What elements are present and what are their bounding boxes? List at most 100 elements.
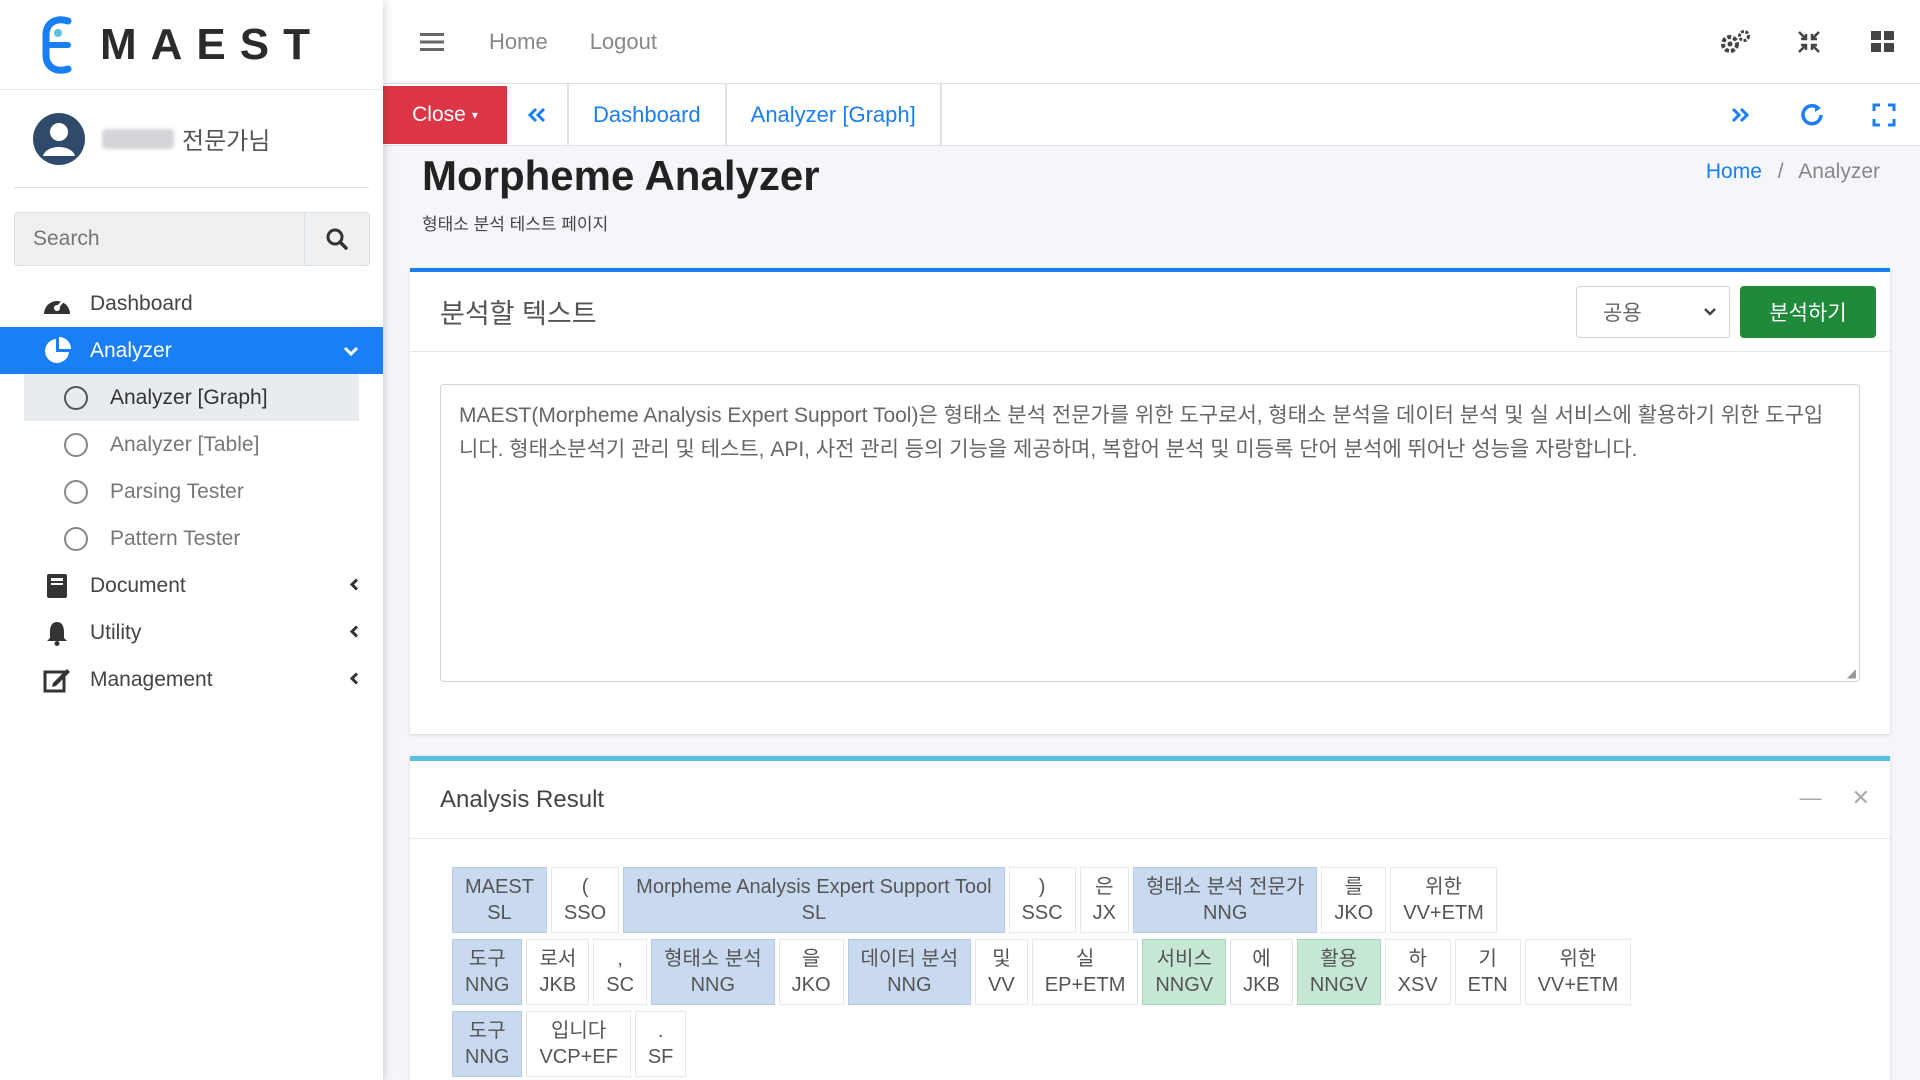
circle-icon bbox=[64, 479, 88, 504]
token-tag: VV bbox=[988, 974, 1015, 996]
morpheme-token[interactable]: 입니다 VCP+EF bbox=[526, 1011, 631, 1077]
sidebar-search-input[interactable] bbox=[14, 212, 304, 266]
token-word: . bbox=[657, 1020, 664, 1042]
close-button-label: Close bbox=[412, 102, 466, 126]
page-title: Morpheme Analyzer bbox=[422, 152, 820, 199]
token-tag: VV+ETM bbox=[1537, 974, 1619, 996]
sidebar-subitem-label: Pattern Tester bbox=[110, 526, 241, 550]
token-word: , bbox=[617, 948, 623, 970]
hamburger-menu-icon[interactable] bbox=[417, 27, 447, 57]
morpheme-token[interactable]: 실 EP+ETM bbox=[1031, 939, 1139, 1005]
sidebar-item-utility[interactable]: Utility bbox=[0, 609, 383, 656]
sidebar-item-label: Document bbox=[90, 573, 186, 597]
chevron-down-icon bbox=[1703, 305, 1717, 319]
sidebar-subitem-label: Parsing Tester bbox=[110, 479, 244, 503]
morpheme-token[interactable]: 은 JX bbox=[1079, 867, 1129, 933]
book-icon bbox=[42, 571, 72, 601]
token-word: ( bbox=[581, 876, 589, 898]
token-word: 에 bbox=[1252, 948, 1271, 970]
sidebar-item-document[interactable]: Document bbox=[0, 562, 383, 609]
token-tag: JKO bbox=[791, 974, 831, 996]
morpheme-token[interactable]: 데이터 분석 NNG bbox=[847, 939, 972, 1005]
minimize-icon[interactable]: — bbox=[1800, 785, 1822, 811]
token-word: 위한 bbox=[1425, 876, 1462, 898]
token-tag: JX bbox=[1092, 902, 1116, 924]
analyze-button[interactable]: 분석하기 bbox=[1740, 286, 1876, 338]
tab-analyzer-graph[interactable]: Analyzer [Graph] bbox=[727, 83, 942, 146]
morpheme-token[interactable]: 형태소 분석 NNG bbox=[651, 939, 775, 1005]
chevron-down-icon bbox=[343, 343, 359, 359]
input-card-header: 분석할 텍스트 공용 분석하기 bbox=[410, 272, 1890, 352]
morpheme-token[interactable]: (SSO bbox=[550, 867, 620, 933]
token-word: 서비스 bbox=[1156, 948, 1212, 970]
grid-apps-icon[interactable] bbox=[1846, 31, 1920, 53]
morpheme-token-list: MAEST SL (SSO Morpheme Analysis Expert Supp… bbox=[452, 867, 1882, 1080]
sidebar-subitem-analyzer-table[interactable]: Analyzer [Table] bbox=[0, 421, 383, 468]
breadcrumb-current: Analyzer bbox=[1798, 160, 1880, 183]
morpheme-token[interactable]: 위한 VV+ETM bbox=[1524, 939, 1632, 1005]
sidebar-subitem-label: Analyzer [Table] bbox=[110, 432, 260, 456]
morpheme-token[interactable]: 도구 NNG bbox=[452, 939, 523, 1005]
token-row: 도구 NNG 입니다 VCP+EF. SF bbox=[452, 1011, 1882, 1080]
sidebar-item-dashboard[interactable]: Dashboard bbox=[0, 280, 383, 327]
morpheme-token[interactable]: 형태소 분석 전문가 NNG bbox=[1133, 867, 1318, 933]
top-link-logout[interactable]: Logout bbox=[590, 29, 657, 55]
dictionary-select[interactable]: 공용 bbox=[1576, 286, 1730, 338]
sidebar-item-label: Dashboard bbox=[90, 291, 193, 315]
morpheme-token[interactable]: 서비스 NNGV bbox=[1142, 939, 1227, 1005]
sidebar-search bbox=[14, 212, 370, 266]
morpheme-token[interactable]: 을 JKO bbox=[778, 939, 844, 1005]
morpheme-token[interactable]: 도구 NNG bbox=[452, 1011, 523, 1077]
sidebar-subitem-analyzer-graph[interactable]: Analyzer [Graph] bbox=[24, 374, 359, 421]
bell-icon bbox=[42, 618, 72, 648]
user-panel[interactable]: 전문가님 bbox=[14, 90, 369, 188]
settings-gears-icon[interactable] bbox=[1698, 29, 1772, 55]
token-tag: EP+ETM bbox=[1044, 974, 1126, 996]
top-link-home[interactable]: Home bbox=[489, 29, 548, 55]
morpheme-token[interactable]: ) SSC bbox=[1008, 867, 1076, 933]
token-word: 은 bbox=[1095, 876, 1114, 898]
brand-link[interactable]: MAEST bbox=[0, 0, 383, 90]
sidebar-item-management[interactable]: Management bbox=[0, 656, 383, 703]
morpheme-token[interactable]: 에 JKB bbox=[1230, 939, 1293, 1005]
morpheme-token[interactable]: 위한 VV+ETM bbox=[1390, 867, 1497, 933]
result-card-header: Analysis Result — ✕ bbox=[410, 761, 1890, 839]
double-chevron-right-icon[interactable] bbox=[1704, 107, 1776, 123]
sidebar-search-button[interactable] bbox=[304, 212, 370, 266]
sidebar-subitem-pattern-tester[interactable]: Pattern Tester bbox=[0, 515, 383, 562]
double-chevron-left-icon[interactable] bbox=[507, 107, 567, 123]
refresh-icon[interactable] bbox=[1776, 102, 1848, 128]
token-word: 및 bbox=[992, 948, 1011, 970]
morpheme-token[interactable]: 로서 JKB bbox=[526, 939, 590, 1005]
sidebar-subitem-parsing-tester[interactable]: Parsing Tester bbox=[0, 468, 383, 515]
token-tag: SSC bbox=[1021, 902, 1063, 924]
close-tabs-dropdown-button[interactable]: Close ▾ bbox=[383, 85, 507, 144]
tab-dashboard[interactable]: Dashboard bbox=[567, 83, 727, 146]
resize-grip-icon[interactable]: ◢ bbox=[1847, 666, 1856, 680]
breadcrumb-home-link[interactable]: Home bbox=[1706, 160, 1762, 183]
analysis-text-input[interactable]: MAEST(Morpheme Analysis Expert Support T… bbox=[440, 384, 1860, 682]
morpheme-token[interactable]: 활용 NNGV bbox=[1296, 939, 1381, 1005]
morpheme-token[interactable]: . SF bbox=[634, 1011, 687, 1077]
chevron-left-icon bbox=[349, 671, 359, 688]
token-word: Morpheme Analysis Expert Support Tool bbox=[636, 876, 992, 898]
sidebar-item-analyzer[interactable]: Analyzer bbox=[0, 327, 383, 374]
page-subtitle: 형태소 분석 테스트 페이지 bbox=[422, 215, 609, 234]
morpheme-token[interactable]: 및 VV bbox=[975, 939, 1028, 1005]
close-icon[interactable]: ✕ bbox=[1852, 785, 1870, 811]
circle-icon bbox=[64, 432, 88, 457]
expand-icon[interactable] bbox=[1848, 103, 1920, 127]
morpheme-token[interactable]: , SC bbox=[593, 939, 648, 1005]
morpheme-token[interactable]: 하 XSV bbox=[1384, 939, 1451, 1005]
morpheme-token[interactable]: MAEST SL bbox=[452, 867, 547, 933]
morpheme-token[interactable]: 를 JKO bbox=[1321, 867, 1387, 933]
morpheme-token[interactable]: Morpheme Analysis Expert Support Tool SL bbox=[623, 867, 1005, 933]
token-tag: JKO bbox=[1334, 902, 1374, 924]
token-tag: SL bbox=[487, 902, 512, 924]
morpheme-token[interactable]: 기 ETN bbox=[1454, 939, 1521, 1005]
token-tag: XSV bbox=[1397, 974, 1438, 996]
top-navbar: Home Logout bbox=[383, 0, 1920, 84]
chevron-left-icon bbox=[349, 577, 359, 594]
token-word: 데이터 분석 bbox=[860, 948, 959, 970]
compress-arrows-icon[interactable] bbox=[1772, 30, 1846, 54]
